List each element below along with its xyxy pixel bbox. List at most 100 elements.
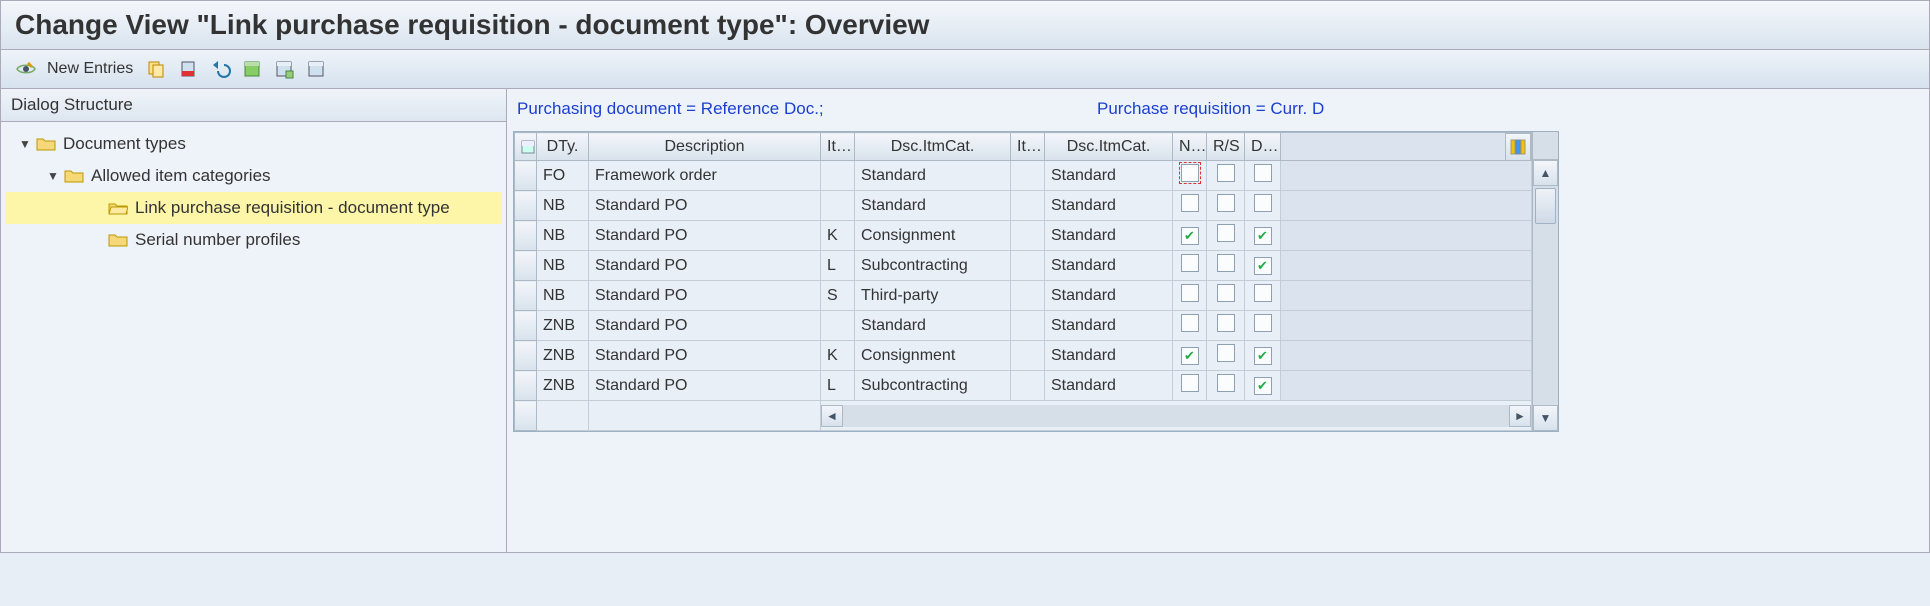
tree-item-allowed-item-categories[interactable]: ▼ Allowed item categories <box>5 160 502 192</box>
checkbox-rs[interactable] <box>1217 284 1235 302</box>
col-header-rs[interactable]: R/S <box>1207 133 1245 161</box>
cell-it1[interactable] <box>821 161 855 191</box>
cell-dty[interactable]: NB <box>537 251 589 281</box>
cell-dsc1[interactable]: Third-party <box>855 281 1011 311</box>
checkbox-rs[interactable] <box>1217 194 1235 212</box>
checkbox-d[interactable] <box>1254 314 1272 332</box>
cell-it2[interactable] <box>1011 341 1045 371</box>
scroll-right-icon[interactable]: ► <box>1509 405 1531 427</box>
cell-dty[interactable]: FO <box>537 161 589 191</box>
cell-dsc2[interactable]: Standard <box>1045 251 1173 281</box>
cell-description[interactable]: Standard PO <box>589 341 821 371</box>
cell-it1[interactable]: L <box>821 251 855 281</box>
cell-description[interactable]: Framework order <box>589 161 821 191</box>
row-selector[interactable] <box>515 191 537 221</box>
row-selector[interactable] <box>515 341 537 371</box>
col-header-it2[interactable]: It… <box>1011 133 1045 161</box>
cell-dsc2[interactable]: Standard <box>1045 161 1173 191</box>
cell-dsc1[interactable]: Subcontracting <box>855 251 1011 281</box>
copy-as-icon[interactable] <box>143 56 169 82</box>
checkbox-rs[interactable] <box>1217 164 1235 182</box>
checkbox-d[interactable] <box>1254 194 1272 212</box>
cell-dsc2[interactable]: Standard <box>1045 191 1173 221</box>
checkbox-d[interactable]: ✔ <box>1254 257 1272 275</box>
checkbox-d[interactable] <box>1254 164 1272 182</box>
checkbox-n[interactable] <box>1181 254 1199 272</box>
select-all-icon[interactable] <box>239 56 265 82</box>
cell-dsc2[interactable]: Standard <box>1045 341 1173 371</box>
checkbox-rs[interactable] <box>1217 344 1235 362</box>
expand-arrow-icon[interactable]: ▼ <box>47 161 63 191</box>
checkbox-d[interactable]: ✔ <box>1254 347 1272 365</box>
row-selector[interactable] <box>515 221 537 251</box>
cell-it2[interactable] <box>1011 221 1045 251</box>
row-selector[interactable] <box>515 311 537 341</box>
cell-dsc2[interactable]: Standard <box>1045 371 1173 401</box>
checkbox-rs[interactable] <box>1217 314 1235 332</box>
cell-it1[interactable]: K <box>821 221 855 251</box>
checkbox-n[interactable]: ✔ <box>1181 347 1199 365</box>
cell-dsc1[interactable]: Standard <box>855 161 1011 191</box>
tree-item-document-types[interactable]: ▼ Document types <box>5 128 502 160</box>
cell-dsc1[interactable]: Consignment <box>855 341 1011 371</box>
row-selector[interactable] <box>515 161 537 191</box>
checkbox-rs[interactable] <box>1217 224 1235 242</box>
checkbox-n[interactable] <box>1181 284 1199 302</box>
cell-it2[interactable] <box>1011 311 1045 341</box>
col-header-d[interactable]: D… <box>1245 133 1281 161</box>
tree-item-link-purchase-requisition[interactable]: Link purchase requisition - document typ… <box>5 192 502 224</box>
cell-dsc2[interactable]: Standard <box>1045 311 1173 341</box>
vertical-scrollbar[interactable]: ▲ ▼ <box>1532 132 1558 431</box>
cell-description[interactable]: Standard PO <box>589 371 821 401</box>
cell-description[interactable]: Standard PO <box>589 191 821 221</box>
horizontal-scrollbar[interactable]: ◄ ► <box>821 405 1531 427</box>
cell-it2[interactable] <box>1011 251 1045 281</box>
checkbox-n[interactable] <box>1181 164 1199 182</box>
select-all-rows-button[interactable] <box>515 133 537 161</box>
select-block-icon[interactable] <box>271 56 297 82</box>
delete-icon[interactable] <box>175 56 201 82</box>
col-header-dsc2[interactable]: Dsc.ItmCat. <box>1045 133 1173 161</box>
scroll-up-icon[interactable]: ▲ <box>1533 160 1558 186</box>
cell-dty[interactable]: ZNB <box>537 341 589 371</box>
scroll-left-icon[interactable]: ◄ <box>821 405 843 427</box>
cell-dsc2[interactable]: Standard <box>1045 221 1173 251</box>
col-header-dty[interactable]: DTy. <box>537 133 589 161</box>
row-selector[interactable] <box>515 281 537 311</box>
cell-description[interactable]: Standard PO <box>589 281 821 311</box>
deselect-all-icon[interactable] <box>303 56 329 82</box>
cell-dty[interactable]: NB <box>537 221 589 251</box>
col-header-it1[interactable]: It… <box>821 133 855 161</box>
cell-dsc1[interactable]: Subcontracting <box>855 371 1011 401</box>
cell-description[interactable]: Standard PO <box>589 251 821 281</box>
cell-dty[interactable]: ZNB <box>537 371 589 401</box>
cell-dty[interactable]: ZNB <box>537 311 589 341</box>
cell-it2[interactable] <box>1011 281 1045 311</box>
cell-dsc1[interactable]: Standard <box>855 191 1011 221</box>
checkbox-d[interactable] <box>1254 284 1272 302</box>
cell-dsc2[interactable]: Standard <box>1045 281 1173 311</box>
cell-it1[interactable]: L <box>821 371 855 401</box>
col-header-description[interactable]: Description <box>589 133 821 161</box>
cell-it2[interactable] <box>1011 161 1045 191</box>
cell-dty[interactable]: NB <box>537 281 589 311</box>
expand-arrow-icon[interactable]: ▼ <box>19 129 35 159</box>
cell-it1[interactable] <box>821 311 855 341</box>
configure-columns-icon[interactable] <box>1505 133 1531 161</box>
checkbox-rs[interactable] <box>1217 254 1235 272</box>
row-selector[interactable] <box>515 371 537 401</box>
cell-description[interactable]: Standard PO <box>589 221 821 251</box>
checkbox-n[interactable]: ✔ <box>1181 227 1199 245</box>
checkbox-n[interactable] <box>1181 194 1199 212</box>
cell-description[interactable]: Standard PO <box>589 311 821 341</box>
undo-change-icon[interactable] <box>207 56 233 82</box>
cell-dsc1[interactable]: Standard <box>855 311 1011 341</box>
col-header-dsc1[interactable]: Dsc.ItmCat. <box>855 133 1011 161</box>
checkbox-n[interactable] <box>1181 374 1199 392</box>
checkbox-n[interactable] <box>1181 314 1199 332</box>
checkbox-rs[interactable] <box>1217 374 1235 392</box>
cell-dsc1[interactable]: Consignment <box>855 221 1011 251</box>
col-header-n[interactable]: N… <box>1173 133 1207 161</box>
row-selector[interactable] <box>515 251 537 281</box>
new-entries-button[interactable]: New Entries <box>47 60 133 78</box>
